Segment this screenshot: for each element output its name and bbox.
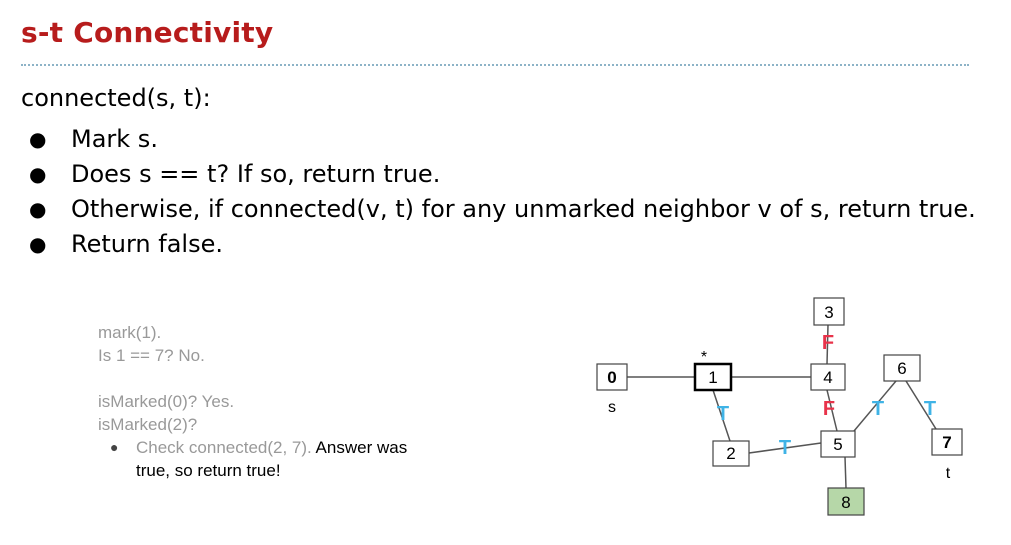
node-label: 3	[824, 303, 833, 322]
edge-5-8	[844, 456, 847, 489]
execution-trace: mark(1). Is 1 == 7? No. isMarked(0)? Yes…	[98, 321, 407, 482]
function-signature: connected(s, t):	[21, 84, 211, 112]
node-label: 6	[897, 359, 906, 378]
edge-mark-true: T	[779, 437, 791, 459]
bullet-icon: ●	[29, 127, 47, 151]
bullet-icon: ●	[29, 197, 47, 221]
node-label: 8	[841, 493, 850, 512]
graph-node: 3	[813, 297, 845, 326]
slide-title: s-t Connectivity	[21, 16, 274, 49]
target-label: t	[946, 465, 951, 482]
trace-line: mark(1).	[98, 323, 162, 342]
graph-nodes: 0 1 2 3 4 5 6 7 8	[596, 297, 963, 516]
graph-node: 2	[712, 440, 750, 467]
graph-edges	[627, 324, 937, 489]
step-item: ● Otherwise, if connected(v, t) for any u…	[21, 192, 976, 227]
step-text: Otherwise, if connected(v, t) for any un…	[71, 195, 976, 223]
trace-line: isMarked(2)?	[98, 415, 198, 434]
current-marker: *	[701, 349, 707, 366]
algorithm-steps: ● Mark s. ● Does s == t? If so, return tru…	[21, 122, 976, 262]
graph-node-current: 1	[693, 362, 733, 392]
edge-mark-false: F	[823, 398, 835, 420]
step-text: Return false.	[71, 230, 223, 258]
step-item: ● Mark s.	[21, 122, 976, 157]
source-label: s	[608, 399, 616, 416]
trace-subitem: ● Check connected(2, 7). Answer was	[98, 436, 407, 459]
graph-node-target-found: 8	[827, 487, 865, 516]
trace-line: isMarked(0)? Yes.	[98, 392, 235, 411]
step-item: ● Return false.	[21, 227, 976, 262]
title-divider	[21, 64, 969, 66]
bullet-icon: ●	[29, 232, 47, 256]
step-item: ● Does s == t? If so, return true.	[21, 157, 976, 192]
step-text: Mark s.	[71, 125, 158, 153]
node-label: 2	[726, 444, 735, 463]
node-label: 1	[708, 368, 717, 387]
node-label: 5	[833, 435, 842, 454]
trace-subitem-continued: true, so return true!	[136, 461, 281, 480]
trace-line: Is 1 == 7? No.	[98, 346, 205, 365]
graph-node: 5	[820, 430, 856, 458]
graph-node: 0	[596, 363, 628, 391]
edge-mark-true: T	[717, 403, 729, 425]
graph-node: 7	[931, 428, 963, 456]
edge-mark-false: F	[822, 332, 834, 354]
edge-mark-true: T	[872, 398, 884, 420]
graph-diagram: 0 1 2 3 4 5 6 7 8 s t * T F F T T T	[596, 297, 963, 516]
node-label: 7	[942, 433, 951, 452]
bullet-icon: ●	[110, 439, 119, 455]
edge-mark-true: T	[924, 398, 936, 420]
trace-sub-gray: Check connected(2, 7).	[136, 438, 312, 457]
node-label: 0	[607, 368, 616, 387]
graph-node: 4	[810, 363, 846, 391]
node-label: 4	[823, 368, 832, 387]
bullet-icon: ●	[29, 162, 47, 186]
step-text: Does s == t? If so, return true.	[71, 160, 441, 188]
graph-node: 6	[883, 354, 921, 382]
trace-sub-dark: Answer was	[311, 438, 408, 457]
